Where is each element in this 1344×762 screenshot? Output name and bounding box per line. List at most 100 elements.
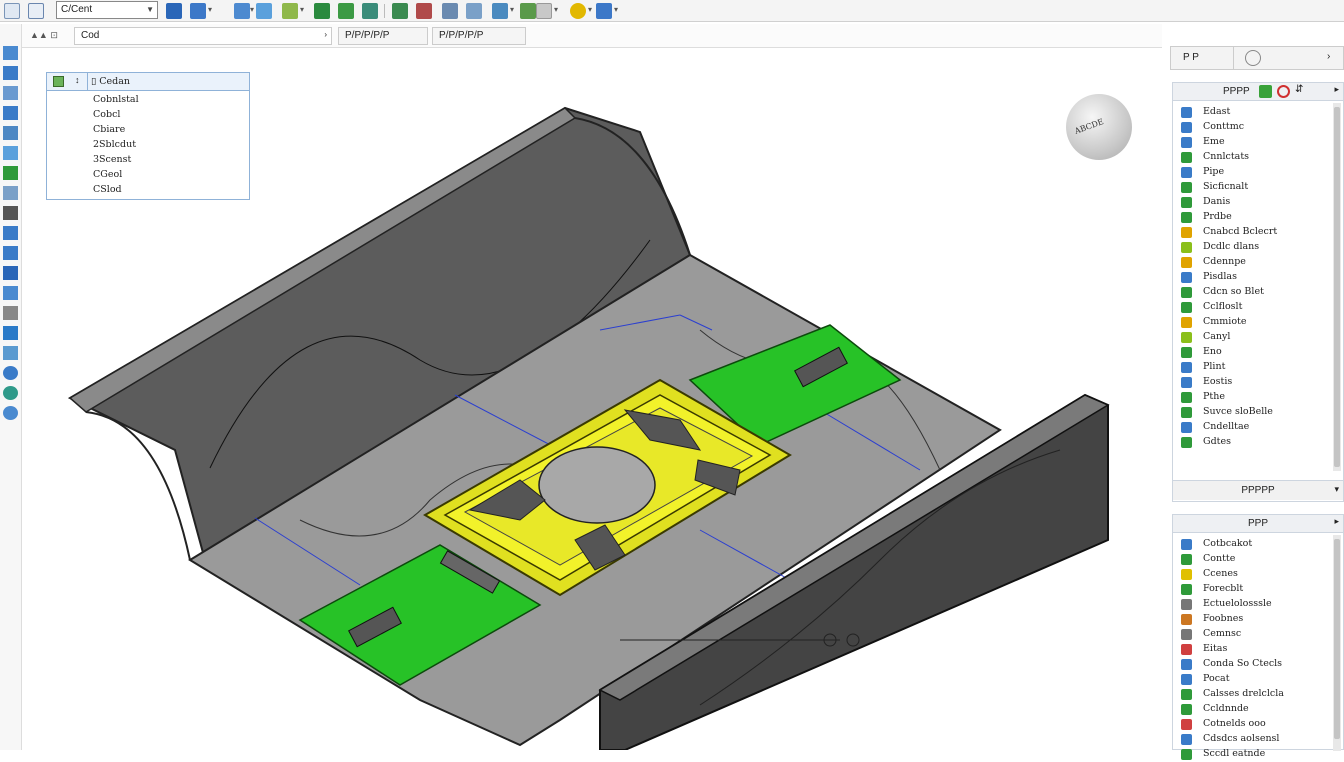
dropdown-arrow-icon[interactable]: ▾ <box>208 5 212 14</box>
render-icon[interactable] <box>282 3 298 19</box>
list-item[interactable]: Eme <box>1177 135 1333 150</box>
pointer-icon[interactable] <box>3 46 18 60</box>
list-item[interactable]: Gdtes <box>1177 435 1333 450</box>
list-item[interactable]: Cndelltae <box>1177 420 1333 435</box>
list-item[interactable]: Ectuelolosssle <box>1177 597 1333 612</box>
trim-icon[interactable] <box>3 226 18 240</box>
list-item[interactable]: Danis <box>1177 195 1333 210</box>
tree-item[interactable]: CSlod <box>93 184 122 195</box>
rotate-icon[interactable] <box>256 3 272 19</box>
mirror-icon[interactable] <box>3 246 18 260</box>
tree-item[interactable]: Cobnlstal <box>93 94 139 105</box>
circle-icon[interactable] <box>3 186 18 200</box>
list-item[interactable]: Pipe <box>1177 165 1333 180</box>
pin-icon[interactable]: ▸ <box>1334 84 1339 95</box>
dropdown-arrow-icon[interactable]: ▾ <box>510 5 514 14</box>
list-item[interactable]: Ccldnnde <box>1177 702 1333 717</box>
page-icon[interactable] <box>536 3 552 19</box>
chevron-right-icon[interactable]: › <box>324 30 327 39</box>
save-icon[interactable] <box>4 3 20 19</box>
layer-icon[interactable] <box>314 3 330 19</box>
scroll-thumb[interactable] <box>1334 107 1340 467</box>
selection-filter-combo[interactable]: C/Cent ▼ <box>56 1 158 19</box>
sort-icon[interactable]: ⇵ <box>1295 84 1303 95</box>
settings-icon[interactable] <box>3 406 18 420</box>
list-item[interactable]: Prdbe <box>1177 210 1333 225</box>
list-item[interactable]: Pocat <box>1177 672 1333 687</box>
pin-icon[interactable]: ▸ <box>1334 516 1339 527</box>
list-item[interactable]: Dcdlc dlans <box>1177 240 1333 255</box>
view-icon[interactable] <box>234 3 250 19</box>
tree-icon[interactable] <box>362 3 378 19</box>
line-icon[interactable] <box>3 66 18 80</box>
command-button-2[interactable]: P/P/P/P/P <box>432 27 526 45</box>
list-item[interactable]: Ccenes <box>1177 567 1333 582</box>
list-item[interactable]: Edast <box>1177 105 1333 120</box>
display-icon[interactable] <box>338 3 354 19</box>
chevron-down-icon[interactable]: ▾ <box>1334 484 1339 495</box>
list-item[interactable]: Cclfloslt <box>1177 300 1333 315</box>
rectangle-icon[interactable] <box>3 146 18 160</box>
stop-icon[interactable] <box>1277 85 1290 98</box>
list-item[interactable]: Foobnes <box>1177 612 1333 627</box>
list-item[interactable]: Cdennpe <box>1177 255 1333 270</box>
relation-icon[interactable] <box>3 346 18 360</box>
command-button-1[interactable]: P/P/P/P/P <box>338 27 428 45</box>
scroll-thumb[interactable] <box>1334 539 1340 739</box>
house-icon[interactable] <box>3 306 18 320</box>
list-item[interactable]: Cotnelds ooo <box>1177 717 1333 732</box>
chevron-right-icon[interactable]: › <box>1327 51 1330 62</box>
list-item[interactable]: Cnnlctats <box>1177 150 1333 165</box>
features-scrollbar[interactable] <box>1333 103 1341 471</box>
zoom-icon[interactable] <box>442 3 458 19</box>
ring-icon[interactable] <box>3 366 18 380</box>
features-panel-footer[interactable]: PPPPP ▾ <box>1173 480 1343 500</box>
list-item[interactable]: Cdcn so Blet <box>1177 285 1333 300</box>
list-item[interactable]: Cdsdcs aolsensl <box>1177 732 1333 747</box>
pen-icon[interactable] <box>3 86 18 100</box>
dropdown-arrow-icon[interactable]: ▾ <box>614 5 618 14</box>
feature-tree-header[interactable]: ↕ ▯ Cedan <box>47 73 249 91</box>
list-item[interactable]: Eitas <box>1177 642 1333 657</box>
select-icon[interactable] <box>166 3 182 19</box>
dropdown-arrow-icon[interactable]: ▾ <box>250 5 254 14</box>
list-item[interactable]: Cmmiote <box>1177 315 1333 330</box>
spline-icon[interactable] <box>3 126 18 140</box>
offset-icon[interactable] <box>3 286 18 300</box>
arc-icon[interactable] <box>3 106 18 120</box>
properties-scrollbar[interactable] <box>1333 535 1341 751</box>
pattern-icon[interactable] <box>3 326 18 340</box>
appearance-icon[interactable] <box>596 3 612 19</box>
image-icon[interactable] <box>3 266 18 280</box>
list-item[interactable]: Cemnsc <box>1177 627 1333 642</box>
list-item[interactable]: Sccdl eatnde <box>1177 747 1333 762</box>
dropdown-arrow-icon[interactable]: ▾ <box>554 5 558 14</box>
task-pane-tabs[interactable]: P P <box>1183 52 1199 63</box>
list-item[interactable]: Cnabcd Bclecrt <box>1177 225 1333 240</box>
list-item[interactable]: Pisdlas <box>1177 270 1333 285</box>
list-item[interactable]: Sicficnalt <box>1177 180 1333 195</box>
dimension-icon[interactable] <box>3 206 18 220</box>
list-item[interactable]: Cotbcakot <box>1177 537 1333 552</box>
list-item[interactable]: Canyl <box>1177 330 1333 345</box>
green-filter-icon[interactable] <box>1259 85 1272 98</box>
tree-item[interactable]: 2Sblcdut <box>93 139 136 150</box>
list-item[interactable]: Forecblt <box>1177 582 1333 597</box>
sketch-icon[interactable] <box>3 166 18 180</box>
list-item[interactable]: Contte <box>1177 552 1333 567</box>
light-icon[interactable] <box>570 3 586 19</box>
expand-icon[interactable]: ↕ <box>75 75 80 85</box>
list-item[interactable]: Pthe <box>1177 390 1333 405</box>
list-item[interactable]: Eno <box>1177 345 1333 360</box>
home-icon[interactable] <box>28 3 44 19</box>
list-item[interactable]: Conttmc <box>1177 120 1333 135</box>
snap-icon[interactable] <box>190 3 206 19</box>
globe-icon[interactable] <box>3 386 18 400</box>
list-item[interactable]: Eostis <box>1177 375 1333 390</box>
dropdown-arrow-icon[interactable]: ▾ <box>300 5 304 14</box>
view-orientation-compass[interactable]: ABCDE <box>1066 94 1132 160</box>
list-item[interactable]: Conda So Ctecls <box>1177 657 1333 672</box>
list-item[interactable]: Plint <box>1177 360 1333 375</box>
tree-item[interactable]: Cobcl <box>93 109 120 120</box>
view-field[interactable]: Cod › <box>74 27 332 45</box>
